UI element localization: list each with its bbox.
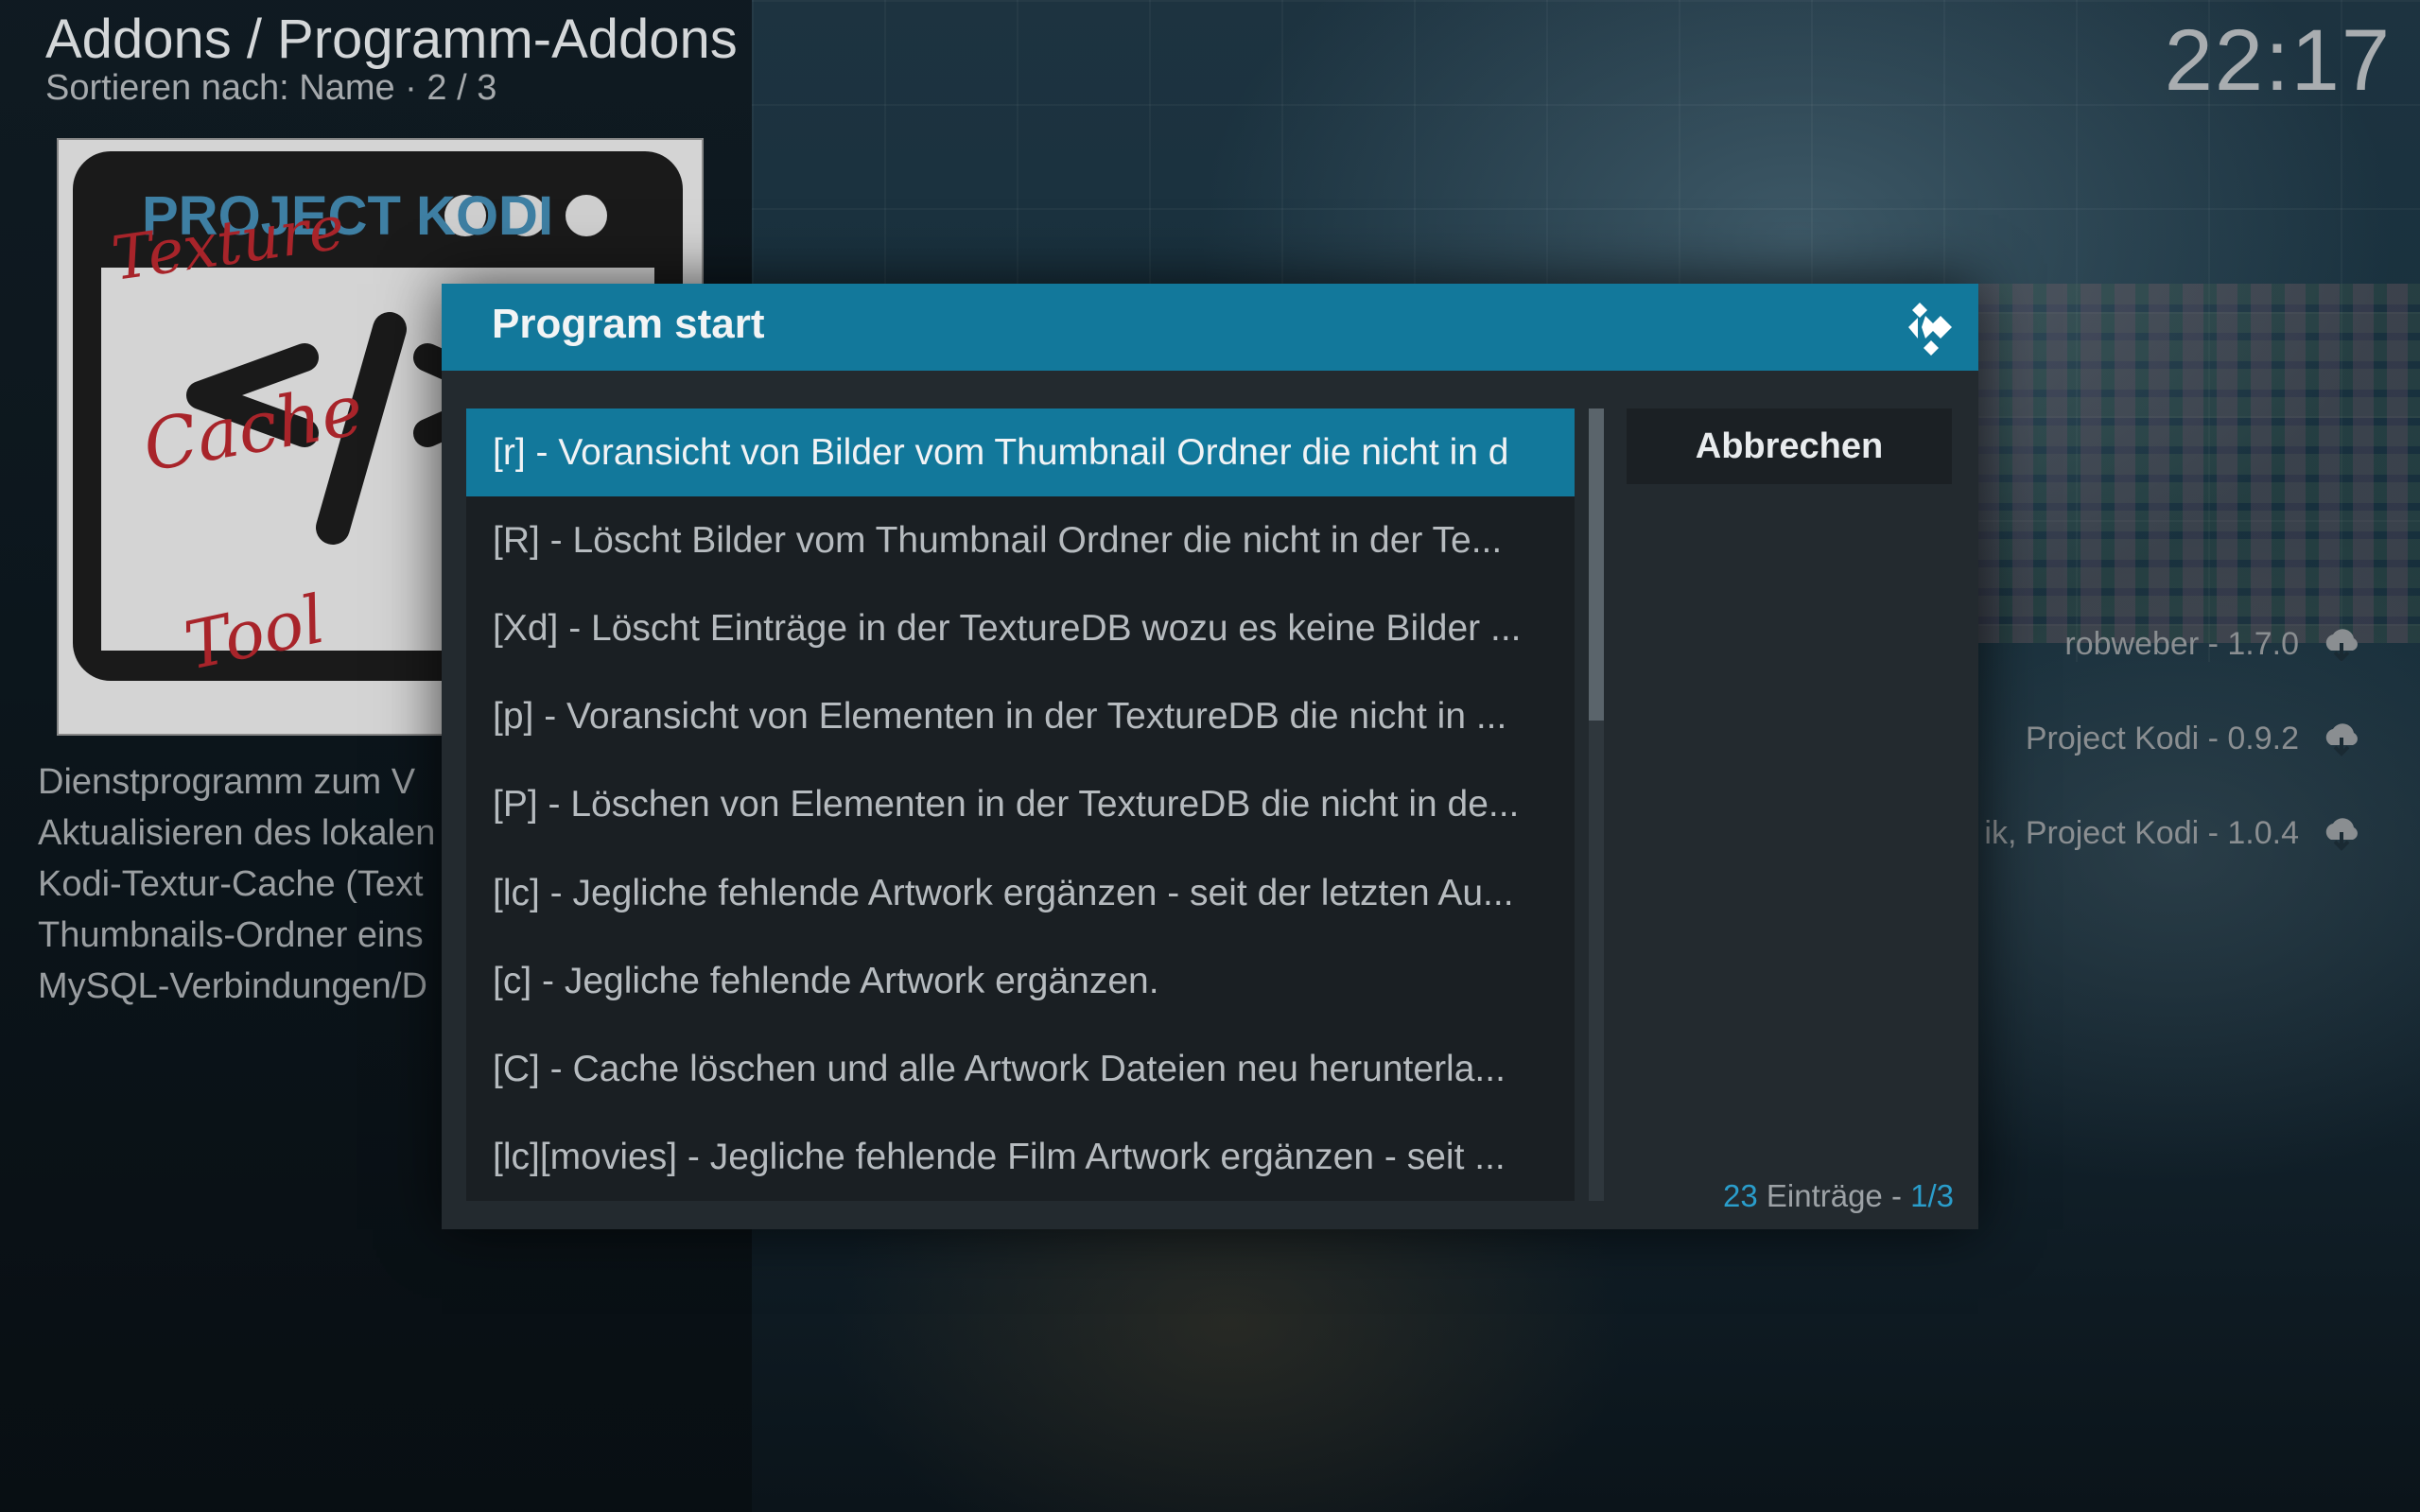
download-cloud-icon (2325, 818, 2358, 851)
background-list-item[interactable]: robweber - 1.7.0 (2064, 622, 2363, 666)
list-item[interactable]: [Xd] - Löscht Einträge in der TextureDB … (466, 584, 1575, 672)
item-count: 23 Einträge - 1/3 (1723, 1178, 1954, 1214)
option-list: [r] - Voransicht von Bilder vom Thumbnai… (466, 408, 1575, 1201)
kodi-logo-icon (1908, 303, 1952, 356)
sort-info: Sortieren nach: Name · 2 / 3 (45, 68, 497, 108)
addon-description: Dienstprogramm zum V Aktualisieren des l… (38, 756, 444, 1012)
list-item[interactable]: [P] - Löschen von Elementen in der Textu… (466, 761, 1575, 849)
background-list-item[interactable]: ik, Project Kodi - 1.0.4 (1984, 811, 2363, 855)
list-item[interactable]: [lc][movies] - Jegliche fehlende Film Ar… (466, 1114, 1575, 1202)
scrollbar-thumb[interactable] (1589, 408, 1604, 721)
cancel-button[interactable]: Abbrechen (1627, 408, 1952, 484)
background-notes (1910, 284, 2420, 643)
background-list-label: robweber - 1.7.0 (2064, 625, 2299, 662)
background-list-item[interactable]: Project Kodi - 0.9.2 (2026, 717, 2363, 760)
list-item[interactable]: [R] - Löscht Bilder vom Thumbnail Ordner… (466, 496, 1575, 584)
description-line: Kodi-Textur-Cache (Text (38, 864, 424, 904)
description-line: Thumbnails-Ordner eins (38, 915, 424, 955)
list-item[interactable]: [lc] - Jegliche fehlende Artwork ergänze… (466, 849, 1575, 937)
download-cloud-icon (2325, 723, 2358, 756)
dialog-title: Program start (492, 301, 765, 347)
description-line: MySQL-Verbindungen/D (38, 966, 427, 1006)
download-cloud-icon (2325, 629, 2358, 662)
program-start-dialog: Program start [r] - Voransicht von Bilde… (442, 284, 1978, 1229)
list-item[interactable]: [c] - Jegliche fehlende Artwork ergänzen… (466, 937, 1575, 1025)
page-indicator: 1/3 (1910, 1178, 1954, 1213)
list-item[interactable]: [r] - Voransicht von Bilder vom Thumbnai… (466, 408, 1575, 497)
list-scrollbar[interactable] (1589, 408, 1604, 1201)
description-line: Aktualisieren des lokalen (38, 813, 436, 853)
item-count-number: 23 (1722, 1178, 1758, 1213)
item-count-label: Einträge - (1757, 1178, 1911, 1213)
description-line: Dienstprogramm zum V (38, 762, 416, 802)
dialog-header: Program start (442, 284, 1978, 371)
clock: 22:17 (2164, 12, 2392, 109)
background-list-label: Project Kodi - 0.9.2 (2025, 720, 2299, 756)
background-list-label: ik, Project Kodi - 1.0.4 (1984, 814, 2299, 851)
page-title: Addons / Programm-Addons (45, 9, 738, 70)
list-item[interactable]: [C] - Cache löschen und alle Artwork Dat… (466, 1025, 1575, 1113)
list-item[interactable]: [p] - Voransicht von Elementen in der Te… (466, 673, 1575, 761)
